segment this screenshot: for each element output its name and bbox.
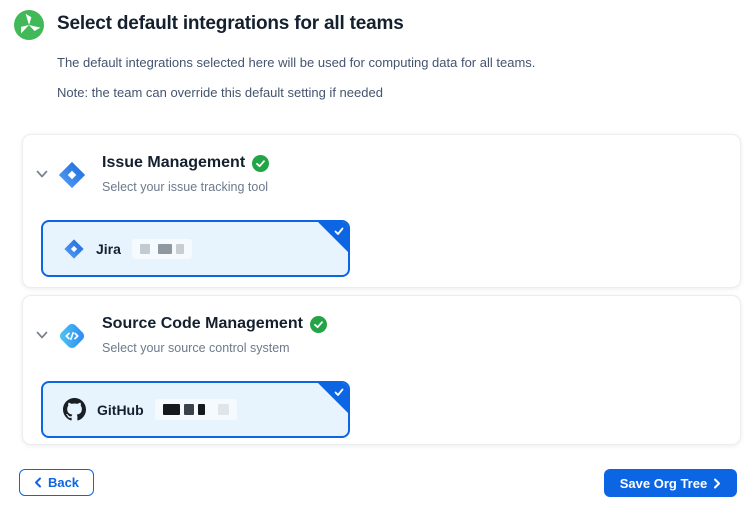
option-card-jira[interactable]: Jira (41, 220, 350, 277)
page-title: Select default integrations for all team… (57, 13, 404, 35)
back-button-label: Back (48, 475, 79, 490)
save-org-tree-button[interactable]: Save Org Tree (604, 469, 737, 497)
app-logo-icon (14, 10, 44, 40)
jira-icon (57, 160, 87, 190)
section-source-code-management: Source Code Management Select your sourc… (22, 295, 741, 445)
green-check-badge-icon (310, 316, 327, 333)
chevron-down-icon[interactable] (35, 167, 49, 181)
section-subtitle: Select your issue tracking tool (102, 180, 268, 194)
option-label: GitHub (97, 402, 144, 418)
section-title: Source Code Management (102, 315, 303, 333)
green-check-badge-icon (252, 155, 269, 172)
selected-check-icon (333, 386, 345, 398)
page-note: Note: the team can override this default… (57, 85, 383, 100)
section-subtitle: Select your source control system (102, 341, 290, 355)
page-description: The default integrations selected here w… (57, 55, 535, 70)
code-diamond-icon (57, 321, 87, 351)
chevron-left-icon (34, 477, 42, 488)
github-icon (63, 398, 86, 421)
jira-icon (63, 238, 85, 260)
section-issue-management: Issue Management Select your issue track… (22, 134, 741, 288)
redacted-text (155, 399, 237, 420)
chevron-right-icon (713, 478, 721, 489)
back-button[interactable]: Back (19, 469, 94, 496)
chevron-down-icon[interactable] (35, 328, 49, 342)
section-title: Issue Management (102, 154, 245, 172)
option-card-github[interactable]: GitHub (41, 381, 350, 438)
selected-check-icon (333, 225, 345, 237)
save-button-label: Save Org Tree (620, 476, 707, 491)
redacted-text (132, 239, 192, 259)
option-label: Jira (96, 241, 121, 257)
